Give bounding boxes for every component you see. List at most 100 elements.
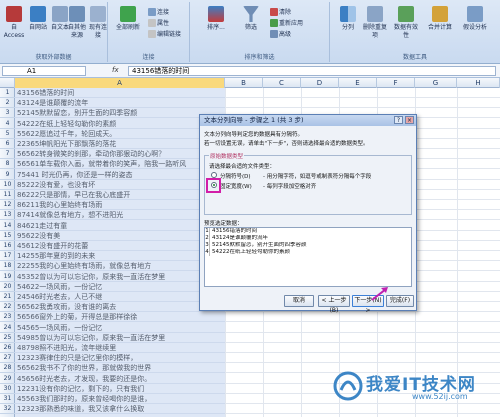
name-box[interactable]: A1 bbox=[2, 66, 86, 76]
row-header[interactable]: 14 bbox=[0, 221, 15, 231]
row-header[interactable]: 7 bbox=[0, 149, 15, 160]
column-header-f[interactable]: F bbox=[377, 78, 415, 88]
advanced-button[interactable]: 高级 bbox=[270, 29, 291, 38]
row-header[interactable]: 28 bbox=[0, 363, 15, 374]
from-web-button[interactable]: 自网站 bbox=[26, 6, 50, 32]
fx-icon[interactable]: fx bbox=[112, 66, 119, 74]
formula-input[interactable]: 43156错落的时间 bbox=[128, 66, 496, 76]
row-header[interactable]: 9 bbox=[0, 170, 15, 180]
formula-bar: A1 fx 43156错落的时间 bbox=[0, 64, 500, 78]
from-other-sources-button[interactable]: 自其他来源 bbox=[66, 6, 88, 40]
row-header[interactable]: 13 bbox=[0, 210, 15, 221]
selection-highlight-box bbox=[206, 178, 221, 193]
row-header[interactable]: 19 bbox=[0, 272, 15, 282]
row-header[interactable]: 25 bbox=[0, 333, 15, 343]
fixed-width-label[interactable]: 固定宽度(W) bbox=[220, 182, 252, 190]
table-row[interactable]: 43156错落的时间 bbox=[15, 88, 500, 98]
data-preview-box[interactable]: 1 43156错落的时间 2 43124是谁颠覆的流年 3 52145默默留恋，别开生面的… bbox=[204, 227, 412, 287]
table-row[interactable]: 54985曾以为可以忘记你，原来我一直活在梦里 bbox=[15, 333, 500, 343]
sort-icon bbox=[208, 6, 224, 22]
column-header-h[interactable]: H bbox=[457, 78, 500, 88]
preview-row-text: 43156错落的时间 bbox=[212, 228, 257, 234]
row-header[interactable]: 22 bbox=[0, 302, 15, 313]
row-header[interactable]: 2 bbox=[0, 98, 15, 109]
select-all-corner[interactable] bbox=[0, 78, 15, 88]
row-header[interactable]: 30 bbox=[0, 384, 15, 394]
connections-button[interactable]: 连接 bbox=[148, 7, 169, 16]
properties-button[interactable]: 属性 bbox=[148, 18, 169, 27]
dialog-title-bar: 文本分列向导 - 步骤之 1 (共 3 步) ? × bbox=[200, 115, 416, 126]
row-header[interactable]: 23 bbox=[0, 312, 15, 323]
column-header-d[interactable]: D bbox=[301, 78, 339, 88]
clear-icon bbox=[270, 7, 278, 16]
watermark-url: www.52ij.com bbox=[412, 392, 468, 401]
row-header[interactable]: 27 bbox=[0, 353, 15, 364]
table-row[interactable]: 48798照不进阳光，流年继续里 bbox=[15, 343, 500, 353]
validation-icon bbox=[398, 6, 414, 22]
what-if-analysis-button[interactable]: 假设分析 bbox=[460, 6, 490, 32]
preview-row-text: 43124是谁颠覆的流年 bbox=[212, 235, 268, 241]
edit-links-button[interactable]: 编辑链接 bbox=[148, 29, 181, 38]
ribbon: 自 Access 自网站 自文本 自其他来源 现有连接 获取外部数据 全部刷新 … bbox=[0, 0, 500, 64]
text-import-wizard-dialog: 文本分列向导 - 步骤之 1 (共 3 步) ? × 文本分列向导判定您的数据具… bbox=[199, 114, 417, 314]
row-header[interactable]: 18 bbox=[0, 261, 15, 272]
row-header[interactable]: 20 bbox=[0, 282, 15, 292]
preview-label: 预览选定数据： bbox=[204, 221, 243, 227]
column-header-a[interactable]: A bbox=[15, 78, 225, 88]
ribbon-group-data-tools: 分列 删除重复项 数据有效性 合并计算 假设分析 数据工具 bbox=[330, 2, 500, 62]
help-icon[interactable]: ? bbox=[394, 116, 403, 124]
cancel-button[interactable]: 取消 bbox=[284, 295, 314, 307]
row-header[interactable]: 29 bbox=[0, 374, 15, 384]
group-label-external-data: 获取外部数据 bbox=[35, 54, 72, 61]
site-watermark: 我爱IT技术网 www.52ij.com bbox=[332, 366, 498, 414]
split-columns-icon bbox=[340, 6, 356, 22]
consolidate-button[interactable]: 合并计算 bbox=[426, 6, 454, 32]
reapply-button[interactable]: 重新应用 bbox=[270, 18, 303, 27]
existing-connections-button[interactable]: 现有连接 bbox=[88, 6, 108, 40]
row-header[interactable]: 3 bbox=[0, 108, 15, 119]
text-to-columns-button[interactable]: 分列 bbox=[338, 6, 358, 32]
row-header[interactable]: 15 bbox=[0, 231, 15, 241]
column-header-e[interactable]: E bbox=[339, 78, 377, 88]
clear-button[interactable]: 清除 bbox=[270, 7, 291, 16]
sort-button[interactable]: 排序... bbox=[202, 6, 230, 32]
row-header[interactable]: 10 bbox=[0, 180, 15, 190]
row-header[interactable]: 6 bbox=[0, 139, 15, 149]
from-access-button[interactable]: 自 Access bbox=[2, 6, 26, 40]
filter-button[interactable]: 筛选 bbox=[238, 6, 264, 32]
dialog-title: 文本分列向导 - 步骤之 1 (共 3 步) bbox=[204, 116, 304, 124]
table-row[interactable]: 43124是谁颠覆的流年 bbox=[15, 98, 500, 109]
table-row[interactable]: 56566窗外上的菊，开得总是那样徐徐 bbox=[15, 312, 500, 323]
table-row[interactable]: 54565一场风雨，一份记忆 bbox=[15, 323, 500, 333]
column-header-c[interactable]: C bbox=[263, 78, 301, 88]
row-header[interactable]: 26 bbox=[0, 343, 15, 353]
remove-duplicates-button[interactable]: 删除重复项 bbox=[362, 6, 388, 40]
ribbon-group-sort-filter: 排序... 筛选 清除 重新应用 高级 排序和筛选 bbox=[190, 2, 330, 62]
column-header-g[interactable]: G bbox=[415, 78, 457, 88]
row-header[interactable]: 16 bbox=[0, 241, 15, 251]
wizard-intro-line-2: 若一切设置无误，请单击"下一步"，否则请选择最合适的数据类型。 bbox=[204, 141, 369, 147]
row-header[interactable]: 21 bbox=[0, 292, 15, 302]
column-header-b[interactable]: B bbox=[225, 78, 263, 88]
row-header[interactable]: 17 bbox=[0, 251, 15, 262]
row-header[interactable]: 11 bbox=[0, 190, 15, 200]
row-header[interactable]: 24 bbox=[0, 323, 15, 333]
row-header[interactable]: 32 bbox=[0, 404, 15, 415]
row-header[interactable]: 5 bbox=[0, 129, 15, 139]
preview-row: 2 43124是谁颠覆的流年 bbox=[205, 235, 411, 242]
close-icon[interactable]: × bbox=[405, 116, 414, 124]
ribbon-group-connections: 全部刷新 连接 属性 编辑链接 连接 bbox=[108, 2, 190, 62]
link-icon bbox=[148, 7, 156, 16]
refresh-all-button[interactable]: 全部刷新 bbox=[114, 6, 142, 32]
back-button[interactable]: < 上一步(B) bbox=[318, 295, 350, 314]
data-validation-button[interactable]: 数据有效性 bbox=[392, 6, 420, 40]
row-header[interactable]: 12 bbox=[0, 200, 15, 211]
group-label-connections: 连接 bbox=[142, 54, 155, 61]
row-header[interactable]: 1 bbox=[0, 88, 15, 98]
row-header[interactable]: 8 bbox=[0, 159, 15, 170]
row-header[interactable]: 31 bbox=[0, 394, 15, 404]
row-header[interactable]: 4 bbox=[0, 119, 15, 129]
pointer-arrow-icon bbox=[371, 287, 388, 301]
delimited-label[interactable]: 分隔符号(D) bbox=[220, 172, 251, 180]
table-row[interactable]: 12323赛律住的只是记忆里你的模样， bbox=[15, 353, 500, 364]
